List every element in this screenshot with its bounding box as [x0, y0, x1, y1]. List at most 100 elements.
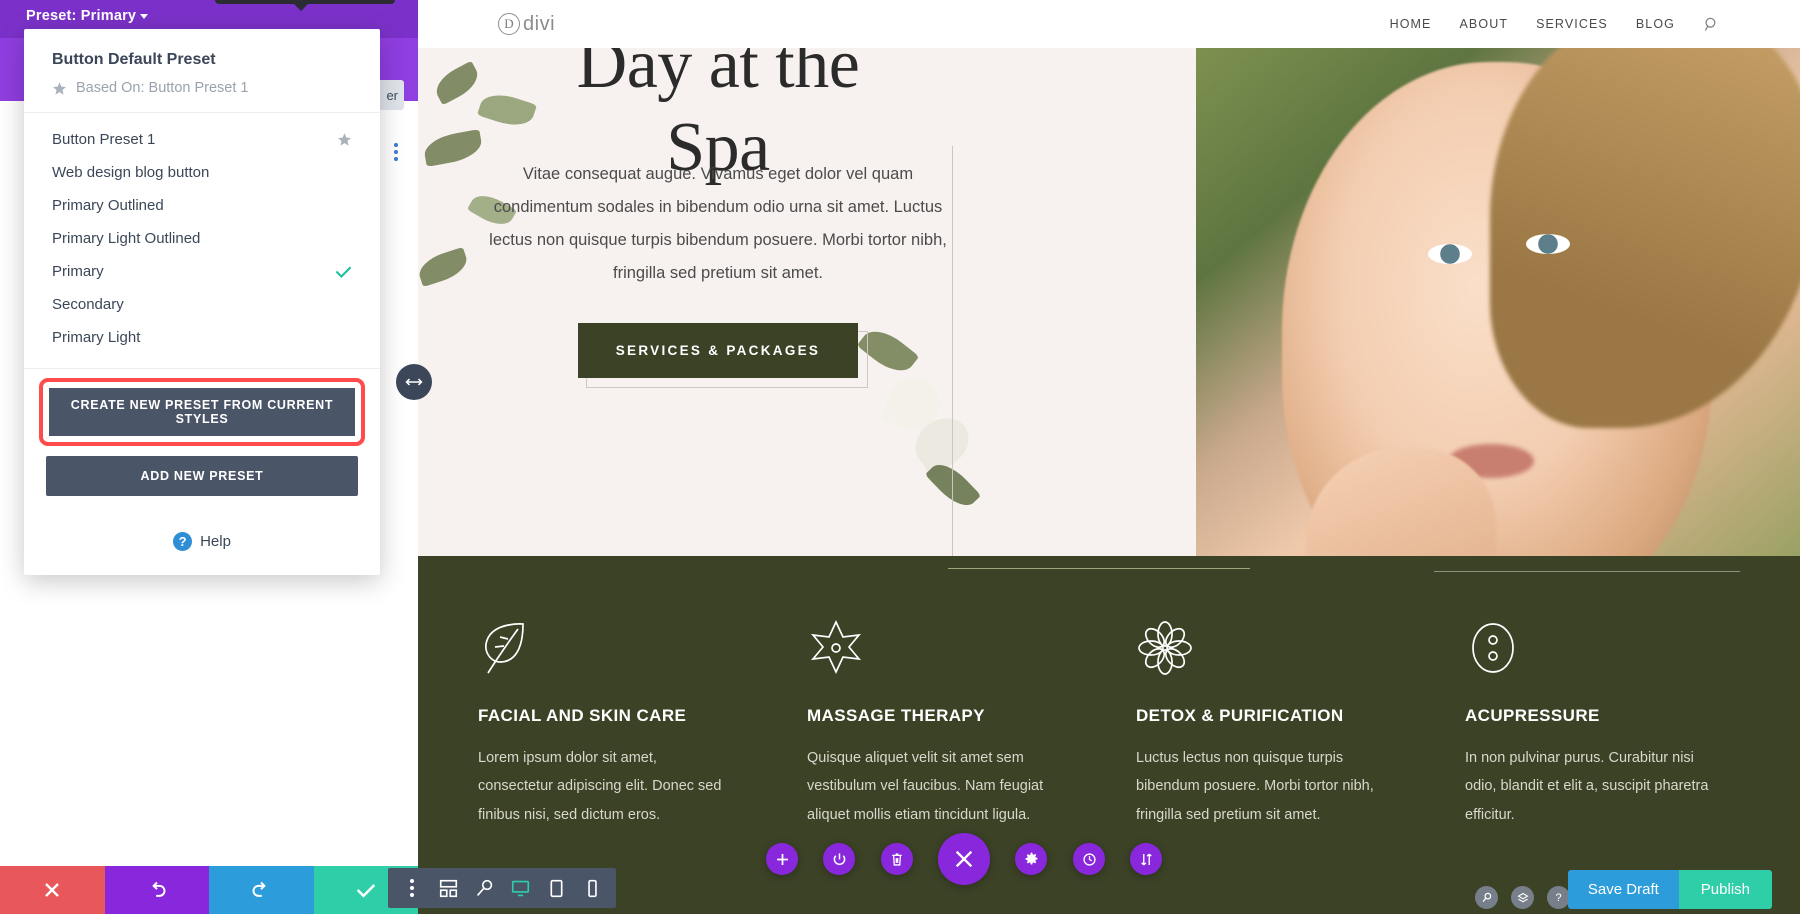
service-text: Lorem ipsum dolor sit amet, consectetur …	[478, 750, 722, 823]
flower-icon	[1136, 618, 1449, 680]
preset-item-primary-light[interactable]: Primary Light	[24, 321, 380, 354]
preset-item-label: Secondary	[52, 296, 124, 313]
based-on-text: Based On: Button Preset 1	[76, 80, 249, 96]
settings-gear-icon[interactable]	[1015, 843, 1047, 875]
site-preview: D divi HOME ABOUT SERVICES BLOG Day at t…	[418, 0, 1800, 914]
service-card: DETOX & PURIFICATION Luctus lectus non q…	[1136, 618, 1449, 829]
preset-item-web-design-blog-button[interactable]: Web design blog button	[24, 156, 380, 189]
add-module-icon[interactable]	[766, 843, 798, 875]
services-grid: FACIAL AND SKIN CARE Lorem ipsum dolor s…	[478, 618, 1778, 829]
builder-module-tab[interactable]	[215, 0, 395, 11]
tablet-view-icon[interactable]	[538, 868, 574, 908]
service-text: In non pulvinar purus. Curabitur nisi od…	[1465, 750, 1709, 823]
services-packages-button[interactable]: SERVICES & PACKAGES	[577, 323, 859, 378]
leaf-decor-icon	[418, 246, 471, 288]
save-draft-button[interactable]: Save Draft	[1567, 870, 1679, 909]
service-text: Luctus lectus non quisque turpis bibendu…	[1136, 750, 1374, 823]
preset-item-options-icon[interactable]	[394, 143, 398, 161]
delete-icon[interactable]	[881, 843, 913, 875]
history-clock-icon[interactable]	[1073, 843, 1105, 875]
nav-item-services[interactable]: SERVICES	[1536, 17, 1608, 31]
model-eye	[1428, 244, 1472, 264]
preset-item-primary[interactable]: Primary	[24, 255, 380, 288]
preset-dropdown-actions: CREATE NEW PRESET FROM CURRENT STYLES AD…	[24, 369, 380, 506]
model-eye	[1526, 234, 1570, 254]
layers-icon[interactable]	[1511, 886, 1534, 909]
help-icon: ?	[173, 532, 193, 551]
service-title: FACIAL AND SKIN CARE	[478, 706, 687, 725]
preset-list: Button Preset 1 Web design blog button P…	[24, 113, 380, 369]
hero-photo	[1196, 48, 1800, 604]
preset-dropdown-toggle[interactable]: Preset: Primary	[26, 8, 149, 24]
preset-item-label: Button Preset 1	[52, 131, 156, 148]
preset-dropdown: Button Default Preset Based On: Button P…	[24, 29, 380, 575]
hero-frame-line	[1434, 571, 1740, 572]
phone-view-icon[interactable]	[574, 868, 610, 908]
preset-item-label: Primary	[52, 263, 104, 280]
help-label: Help	[200, 533, 231, 550]
more-options-icon[interactable]	[394, 868, 430, 908]
sort-arrows-icon[interactable]	[1130, 843, 1162, 875]
default-preset-title: Button Default Preset	[52, 51, 216, 68]
undo-button[interactable]	[104, 866, 209, 914]
redo-icon	[252, 881, 266, 897]
site-header: D divi HOME ABOUT SERVICES BLOG	[418, 0, 1800, 48]
service-title: MASSAGE THERAPY	[807, 706, 985, 725]
checkmark-icon	[356, 884, 375, 898]
zoom-view-icon[interactable]	[466, 868, 502, 908]
hero-divider-line	[952, 146, 953, 566]
search-icon[interactable]	[1475, 886, 1498, 909]
wireframe-view-icon[interactable]	[430, 868, 466, 908]
service-card: ACUPRESSURE In non pulvinar purus. Curab…	[1465, 618, 1778, 829]
preset-item-label: Web design blog button	[52, 164, 210, 181]
preset-item-primary-light-outlined[interactable]: Primary Light Outlined	[24, 222, 380, 255]
panel-resize-handle[interactable]	[396, 364, 432, 400]
nav-item-home[interactable]: HOME	[1390, 17, 1432, 31]
chevron-down-icon	[140, 13, 149, 19]
service-title: DETOX & PURIFICATION	[1136, 706, 1344, 725]
preset-dropdown-header: Button Default Preset Based On: Button P…	[24, 29, 380, 113]
leaf-decor-icon	[924, 456, 982, 514]
toggle-power-icon[interactable]	[823, 843, 855, 875]
preset-item-label: Primary Light Outlined	[52, 230, 201, 247]
preset-item-primary-outlined[interactable]: Primary Outlined	[24, 189, 380, 222]
add-new-preset-button[interactable]: ADD NEW PRESET	[46, 456, 358, 496]
desktop-view-icon[interactable]	[502, 868, 538, 908]
redo-button[interactable]	[209, 866, 314, 914]
preset-item-secondary[interactable]: Secondary	[24, 288, 380, 321]
help-icon[interactable]: ?	[1547, 886, 1570, 909]
service-text: Quisque aliquet velit sit amet sem vesti…	[807, 750, 1044, 823]
preset-item-button-preset-1[interactable]: Button Preset 1	[24, 123, 380, 156]
nav-item-about[interactable]: ABOUT	[1460, 17, 1509, 31]
based-on-row: Based On: Button Preset 1	[52, 80, 352, 96]
close-builder-icon[interactable]	[938, 833, 990, 885]
service-title: ACUPRESSURE	[1465, 706, 1600, 725]
hero-text-column: Day at the Spa Vitae consequat augue. Vi…	[418, 26, 1018, 556]
create-new-preset-from-current-styles-button[interactable]: CREATE NEW PRESET FROM CURRENT STYLES	[39, 378, 365, 446]
divi-logo-text: divi	[523, 12, 556, 35]
divi-builder-panel: Preset: Primary er Button Default Preset…	[0, 0, 418, 914]
help-link[interactable]: ? Help	[24, 506, 380, 575]
discard-changes-button[interactable]	[0, 866, 105, 914]
site-logo[interactable]: D divi	[498, 13, 555, 36]
service-card: FACIAL AND SKIN CARE Lorem ipsum dolor s…	[478, 618, 791, 829]
star-icon[interactable]	[337, 132, 352, 147]
hero-cta-wrap: SERVICES & PACKAGES	[418, 323, 1018, 388]
hero-body-text: Vitae consequat augue. Vivamus eget dolo…	[489, 165, 947, 282]
publish-controls: Save Draft Publish	[1567, 870, 1772, 909]
publish-button[interactable]: Publish	[1678, 870, 1772, 909]
undo-icon	[152, 881, 166, 897]
leaf-icon	[478, 618, 791, 680]
help-glyph: ?	[1555, 891, 1562, 904]
acupressure-icon	[1465, 618, 1778, 680]
screen: D divi HOME ABOUT SERVICES BLOG Day at t…	[0, 0, 1800, 914]
search-icon[interactable]	[1703, 16, 1720, 33]
close-icon	[45, 883, 60, 897]
hero-section: Day at the Spa Vitae consequat augue. Vi…	[418, 26, 1800, 604]
services-band: FACIAL AND SKIN CARE Lorem ipsum dolor s…	[418, 556, 1800, 914]
checkmark-icon	[335, 266, 352, 278]
preset-label-text: Preset: Primary	[26, 8, 137, 24]
nav-item-blog[interactable]: BLOG	[1636, 17, 1675, 31]
builder-utility-icons: ?	[1475, 886, 1570, 909]
star-flower-icon	[807, 618, 1120, 680]
